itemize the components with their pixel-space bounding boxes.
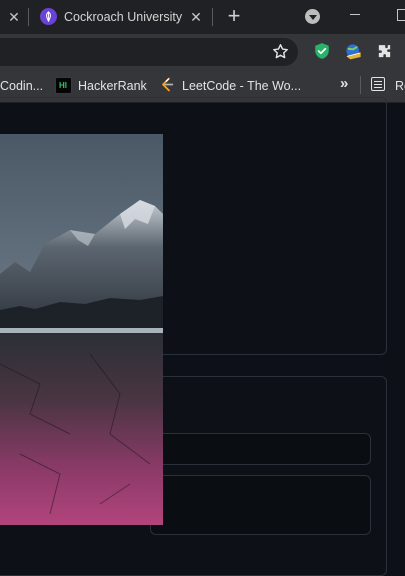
close-tab-icon[interactable]: ✕ <box>188 9 204 25</box>
tab-title: Cockroach University | <box>64 10 182 24</box>
minimize-icon[interactable] <box>350 14 360 15</box>
cockroach-logo-icon <box>40 8 57 25</box>
bookmarks-separator <box>360 76 361 94</box>
shield-check-icon[interactable] <box>313 42 331 60</box>
form-input[interactable] <box>150 433 371 465</box>
reading-list-label[interactable]: Re <box>395 77 405 95</box>
bookmark-leetcode[interactable]: LeetCode - The Wo... <box>182 77 301 95</box>
bookmarks-overflow-icon[interactable]: » <box>340 76 348 92</box>
tab-separator <box>212 8 213 26</box>
new-tab-button[interactable]: + <box>224 5 244 27</box>
hero-illustration <box>0 134 163 525</box>
hackerrank-icon-text: HI <box>59 81 67 90</box>
puzzle-icon[interactable] <box>376 43 393 60</box>
globe-extension-icon[interactable] <box>344 42 363 61</box>
reading-list-icon[interactable] <box>371 77 385 91</box>
mountain-lake-hero-image <box>0 134 163 525</box>
bookmark-coding[interactable]: Codin... <box>0 77 43 95</box>
address-bar[interactable] <box>0 38 298 66</box>
leetcode-icon <box>162 77 174 92</box>
bookmark-hackerrank[interactable]: HackerRank <box>78 77 147 95</box>
close-tab-icon[interactable]: ✕ <box>6 9 22 25</box>
form-textarea[interactable] <box>150 475 371 535</box>
hackerrank-icon: HI <box>55 77 72 94</box>
tab-separator <box>28 8 29 26</box>
tab-search-icon[interactable] <box>305 9 320 24</box>
maximize-icon[interactable] <box>397 9 405 21</box>
star-icon[interactable] <box>272 43 289 60</box>
